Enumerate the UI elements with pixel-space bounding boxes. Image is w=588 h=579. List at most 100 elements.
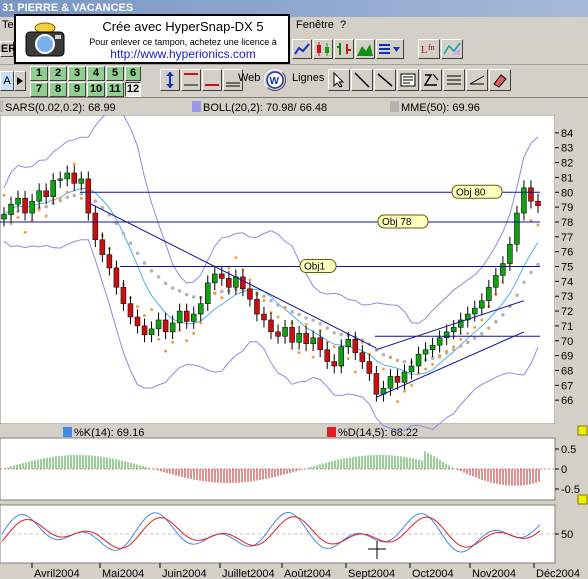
candle-body	[507, 243, 513, 264]
sar-dot	[65, 190, 69, 194]
mme-dot	[191, 295, 196, 299]
period-button-11[interactable]: 11	[106, 82, 124, 97]
watermark-link[interactable]: http://www.hyperionics.com	[78, 47, 288, 61]
candle-body	[127, 303, 134, 318]
candle-body	[148, 328, 155, 336]
period-button-9[interactable]: 9	[68, 82, 86, 97]
candle-body	[113, 267, 120, 288]
sar-dot	[192, 331, 196, 335]
sar-legend: SARS(0.02,0.2): 68.99	[0, 101, 116, 115]
period-button-2[interactable]: 2	[49, 66, 67, 81]
mme-dot	[479, 331, 484, 336]
ray-tool-button[interactable]	[374, 69, 396, 91]
mme-dot	[472, 336, 477, 341]
price-tick-label: 78	[561, 217, 573, 229]
candle-body	[486, 287, 492, 301]
candle-body	[408, 365, 415, 373]
mme-dot	[135, 251, 140, 255]
period-button-4[interactable]: 4	[87, 66, 105, 81]
sar-dot	[466, 331, 470, 335]
sar-dot	[452, 345, 456, 349]
boll-swatch	[192, 101, 201, 112]
candle-body	[535, 200, 541, 206]
price-tick-label: 66	[561, 395, 573, 407]
sar-dot	[164, 349, 168, 353]
pane-resize-handle[interactable]	[577, 425, 588, 436]
scale-button[interactable]	[160, 69, 180, 91]
price-tick-label: 70	[561, 336, 573, 348]
price-tick-label: 69	[561, 351, 573, 363]
period-button-5[interactable]: 5	[106, 66, 124, 81]
time-label: Nov2004	[472, 568, 516, 579]
ray-line-icon	[377, 73, 393, 87]
time-label: Oct2004	[412, 568, 454, 579]
fibonacci-tool-button[interactable]	[420, 69, 442, 91]
hline-button[interactable]	[181, 69, 201, 91]
text-tool-button[interactable]	[397, 69, 419, 91]
sar-dot	[283, 306, 287, 310]
objective-label: Obj 78	[382, 217, 412, 228]
mme-dot	[395, 358, 400, 363]
candle-chart-button[interactable]	[313, 39, 333, 59]
candle-body	[450, 327, 457, 333]
candle-body	[155, 319, 162, 330]
period-button-10[interactable]: 10	[87, 82, 105, 97]
analysis-button[interactable]	[441, 39, 463, 59]
pane-resize-handle-2[interactable]	[577, 494, 588, 505]
sar-dot	[23, 230, 27, 234]
zoom-a-button[interactable]: A	[0, 71, 14, 91]
price-tick-label: 84	[561, 128, 573, 140]
sar-dot	[44, 214, 48, 218]
period-button-1[interactable]: 1	[30, 66, 48, 81]
area-chart-button[interactable]	[355, 39, 375, 59]
line-chart-button[interactable]	[292, 39, 312, 59]
scroll-right-button[interactable]	[14, 71, 26, 91]
fan-tool-button[interactable]	[466, 69, 488, 91]
price-tick-label: 76	[561, 247, 573, 259]
candle-body	[275, 331, 281, 337]
period-button-8[interactable]: 8	[49, 82, 67, 97]
eraser-tool-button[interactable]	[489, 69, 511, 91]
objective-label: Obj1	[304, 262, 326, 273]
sar-dot	[473, 325, 477, 329]
period-button-6[interactable]: 6	[125, 66, 141, 81]
svg-text:L: L	[421, 45, 427, 56]
candle-body	[254, 298, 260, 315]
indicator-button[interactable]: Lfn	[418, 39, 440, 59]
mme-dot	[304, 316, 308, 320]
line-chart-icon	[294, 43, 310, 55]
candle-body	[22, 197, 28, 214]
baseline-button[interactable]	[202, 69, 222, 91]
text-box-icon	[400, 73, 416, 87]
channel-tool-button[interactable]	[443, 69, 465, 91]
pointer-tool-button[interactable]	[328, 69, 350, 91]
sar-dot	[58, 196, 62, 200]
sar-dot	[16, 216, 20, 220]
sar-dot	[381, 367, 385, 371]
sar-dot	[459, 337, 463, 341]
time-label: Juillet2004	[222, 568, 275, 579]
mme-dot	[381, 352, 386, 357]
candle-body	[479, 300, 485, 309]
sar-dot	[276, 315, 280, 319]
symbol-field[interactable]: IER	[0, 41, 16, 57]
stoch-d-swatch	[327, 427, 336, 437]
menu-item-help[interactable]: ?	[340, 19, 346, 31]
menu-item-left[interactable]: Te	[2, 19, 14, 31]
period-button-7[interactable]: 7	[30, 82, 48, 97]
menu-item-fenetre[interactable]: Fenêtre	[296, 19, 334, 31]
period-button-3[interactable]: 3	[68, 66, 86, 81]
trend-analysis-icon	[443, 42, 461, 55]
web-button[interactable]: W	[264, 69, 286, 91]
vertical-scale-icon	[166, 72, 174, 88]
mme-dot	[501, 313, 505, 317]
candle-body	[317, 337, 323, 350]
price-chart[interactable]: 84 83 82 81 80 79 78 77 76 75 74 73 72 71 70 69 68 67 66 %…	[0, 115, 588, 579]
trendline-tool-button[interactable]	[351, 69, 373, 91]
sar-dot	[136, 305, 139, 309]
period-button-12[interactable]: 12	[125, 82, 141, 97]
chart-type-dropdown[interactable]	[376, 39, 404, 59]
sar-dot	[171, 340, 175, 344]
bar-chart-button[interactable]	[334, 39, 354, 59]
sar-dot	[395, 400, 399, 404]
